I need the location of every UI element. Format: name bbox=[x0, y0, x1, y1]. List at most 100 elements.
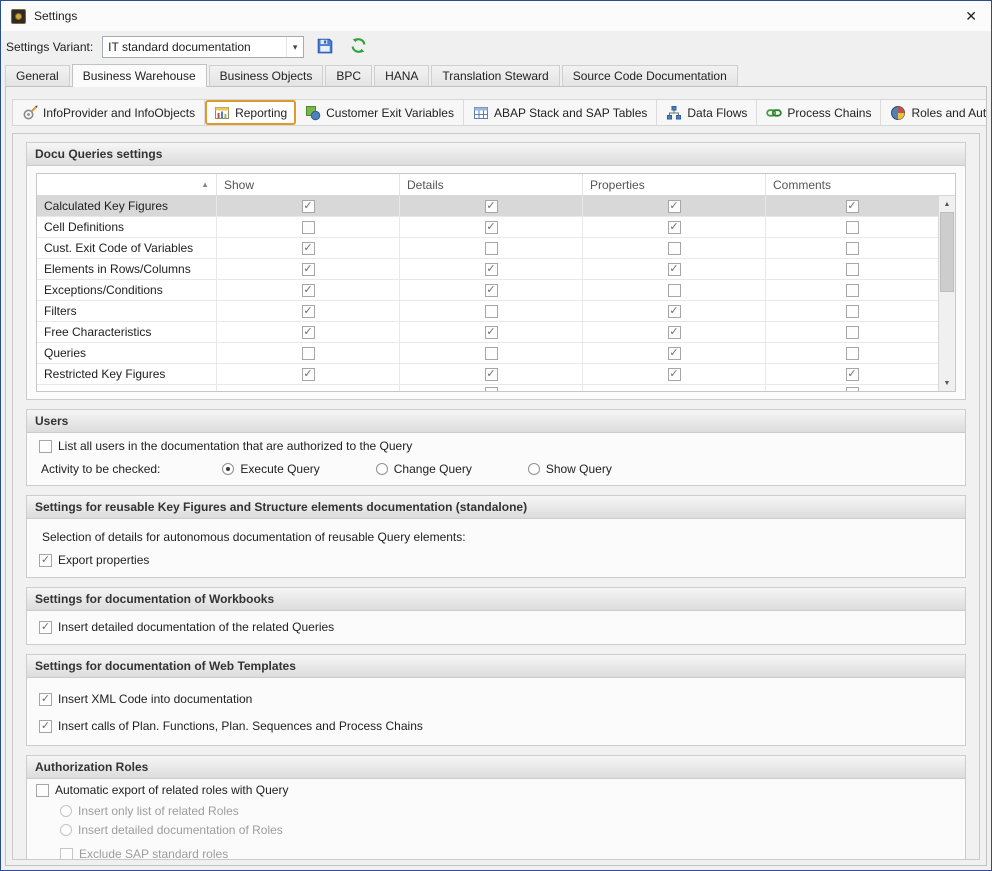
tab-translation-steward[interactable]: Translation Steward bbox=[431, 65, 559, 86]
save-button[interactable] bbox=[313, 35, 337, 59]
tab-business-objects[interactable]: Business Objects bbox=[209, 65, 324, 86]
activity-option-change-query[interactable]: Change Query bbox=[376, 462, 472, 476]
roles-list-option[interactable]: Insert only list of related Roles bbox=[60, 804, 956, 818]
comments-checkbox[interactable]: ✓ bbox=[846, 368, 859, 381]
subtab-abap-stack-and-sap-tables[interactable]: ABAP Stack and SAP Tables bbox=[464, 100, 657, 125]
roles-detailed-radio[interactable] bbox=[60, 824, 72, 836]
show-checkbox[interactable]: ✓ bbox=[302, 326, 315, 339]
vertical-scrollbar[interactable]: ▲ ▼ bbox=[938, 196, 955, 391]
tab-general[interactable]: General bbox=[5, 65, 70, 86]
activity-option-execute-query[interactable]: Execute Query bbox=[222, 462, 319, 476]
column-header-properties[interactable]: Properties bbox=[583, 174, 766, 195]
web-template-option-insert-calls-of-plan-functions[interactable]: ✓Insert calls of Plan. Functions, Plan. … bbox=[39, 719, 956, 733]
list-all-users-checkbox[interactable] bbox=[39, 440, 52, 453]
subtab-infoprovider-and-infoobjects[interactable]: InfoProvider and InfoObjects bbox=[13, 100, 205, 125]
subtab-customer-exit-variables[interactable]: Customer Exit Variables bbox=[296, 100, 464, 125]
properties-checkbox[interactable] bbox=[668, 284, 681, 297]
properties-checkbox[interactable] bbox=[668, 242, 681, 255]
properties-checkbox[interactable]: ✓ bbox=[668, 347, 681, 360]
comments-checkbox[interactable] bbox=[846, 326, 859, 339]
table-row[interactable]: Elements in Rows/Columns✓✓✓ bbox=[37, 259, 955, 280]
workbooks-detail-checkbox[interactable]: ✓ bbox=[39, 621, 52, 634]
details-checkbox[interactable] bbox=[485, 305, 498, 318]
show-checkbox[interactable]: ✓ bbox=[302, 200, 315, 213]
show-checkbox[interactable]: ✓ bbox=[302, 305, 315, 318]
comments-checkbox[interactable]: ✓ bbox=[846, 200, 859, 213]
show-checkbox[interactable]: ✓ bbox=[302, 242, 315, 255]
comments-checkbox[interactable] bbox=[846, 387, 859, 391]
tab-business-warehouse[interactable]: Business Warehouse bbox=[72, 64, 207, 87]
exclude-sap-roles-option[interactable]: Exclude SAP standard roles bbox=[60, 847, 956, 860]
details-checkbox[interactable] bbox=[485, 242, 498, 255]
details-checkbox[interactable] bbox=[485, 387, 498, 391]
table-row[interactable]: Free Characteristics✓✓✓ bbox=[37, 322, 955, 343]
show-checkbox[interactable]: ✓ bbox=[302, 368, 315, 381]
table-row[interactable]: Filters✓✓ bbox=[37, 301, 955, 322]
scroll-down-icon[interactable]: ▼ bbox=[939, 375, 955, 391]
roles-detailed-option[interactable]: Insert detailed documentation of Roles bbox=[60, 823, 956, 837]
properties-checkbox[interactable]: ✓ bbox=[668, 305, 681, 318]
table-row[interactable]: Queries✓ bbox=[37, 343, 955, 364]
comments-checkbox[interactable] bbox=[846, 263, 859, 276]
table-row[interactable]: Cust. Exit Code of Variables✓ bbox=[37, 238, 955, 259]
exclude-sap-roles-checkbox[interactable] bbox=[60, 848, 73, 861]
properties-checkbox[interactable]: ✓ bbox=[668, 263, 681, 276]
workbooks-detail-option[interactable]: ✓ Insert detailed documentation of the r… bbox=[39, 620, 956, 634]
close-icon[interactable]: ✕ bbox=[947, 8, 981, 25]
comments-checkbox[interactable] bbox=[846, 347, 859, 360]
properties-checkbox[interactable]: ✓ bbox=[668, 221, 681, 234]
comments-checkbox[interactable] bbox=[846, 305, 859, 318]
details-checkbox[interactable]: ✓ bbox=[485, 368, 498, 381]
auto-export-roles-checkbox[interactable] bbox=[36, 784, 49, 797]
settings-variant-select[interactable]: IT standard documentation ▾ bbox=[102, 36, 304, 58]
show-checkbox[interactable]: ✓ bbox=[302, 284, 315, 297]
tab-source-code-documentation[interactable]: Source Code Documentation bbox=[562, 65, 738, 86]
cell-show: ✓ bbox=[217, 301, 400, 321]
details-checkbox[interactable] bbox=[485, 347, 498, 360]
tab-hana[interactable]: HANA bbox=[374, 65, 429, 86]
scrollbar-thumb[interactable] bbox=[940, 212, 954, 292]
column-header-details[interactable]: Details bbox=[400, 174, 583, 195]
refresh-button[interactable] bbox=[346, 35, 370, 59]
properties-checkbox[interactable]: ✓ bbox=[668, 368, 681, 381]
change-query-radio[interactable] bbox=[376, 463, 388, 475]
comments-checkbox[interactable] bbox=[846, 284, 859, 297]
comments-checkbox[interactable] bbox=[846, 242, 859, 255]
subtab-process-chains[interactable]: Process Chains bbox=[757, 100, 881, 125]
tab-bpc[interactable]: BPC bbox=[325, 65, 372, 86]
execute-query-radio[interactable] bbox=[222, 463, 234, 475]
subtab-reporting[interactable]: Reporting bbox=[205, 100, 296, 125]
web-template-checkbox[interactable]: ✓ bbox=[39, 693, 52, 706]
table-row[interactable]: Restricted Key Figures✓✓✓✓ bbox=[37, 364, 955, 385]
subtab-data-flows[interactable]: Data Flows bbox=[657, 100, 757, 125]
roles-list-radio[interactable] bbox=[60, 805, 72, 817]
details-checkbox[interactable]: ✓ bbox=[485, 326, 498, 339]
table-row[interactable]: Calculated Key Figures✓✓✓✓ bbox=[37, 196, 955, 217]
show-checkbox[interactable]: ✓ bbox=[302, 263, 315, 276]
properties-checkbox[interactable]: ✓ bbox=[668, 200, 681, 213]
web-template-checkbox[interactable]: ✓ bbox=[39, 720, 52, 733]
column-header-show[interactable]: Show bbox=[217, 174, 400, 195]
web-template-option-insert-xml-code-into-documenta[interactable]: ✓Insert XML Code into documentation bbox=[39, 692, 956, 706]
subtab-roles-and-authorizations[interactable]: Roles and Authorizations bbox=[881, 100, 987, 125]
table-row[interactable]: Exceptions/Conditions✓✓ bbox=[37, 280, 955, 301]
properties-checkbox[interactable]: ✓ bbox=[668, 326, 681, 339]
details-checkbox[interactable]: ✓ bbox=[485, 221, 498, 234]
list-all-users-option[interactable]: List all users in the documentation that… bbox=[39, 439, 956, 453]
table-row-clipped[interactable] bbox=[37, 385, 955, 391]
details-checkbox[interactable]: ✓ bbox=[485, 200, 498, 213]
scroll-up-icon[interactable]: ▲ bbox=[939, 196, 955, 212]
activity-option-show-query[interactable]: Show Query bbox=[528, 462, 612, 476]
column-header-comments[interactable]: Comments bbox=[766, 174, 938, 195]
table-row[interactable]: Cell Definitions✓✓ bbox=[37, 217, 955, 238]
export-properties-checkbox[interactable]: ✓ bbox=[39, 554, 52, 567]
details-checkbox[interactable]: ✓ bbox=[485, 284, 498, 297]
comments-checkbox[interactable] bbox=[846, 221, 859, 234]
show-checkbox[interactable] bbox=[302, 221, 315, 234]
column-header-name[interactable]: ▲ bbox=[37, 174, 217, 195]
auto-export-roles-option[interactable]: Automatic export of related roles with Q… bbox=[36, 783, 956, 797]
export-properties-option[interactable]: ✓ Export properties bbox=[39, 553, 956, 567]
show-checkbox[interactable] bbox=[302, 347, 315, 360]
show-query-radio[interactable] bbox=[528, 463, 540, 475]
details-checkbox[interactable]: ✓ bbox=[485, 263, 498, 276]
